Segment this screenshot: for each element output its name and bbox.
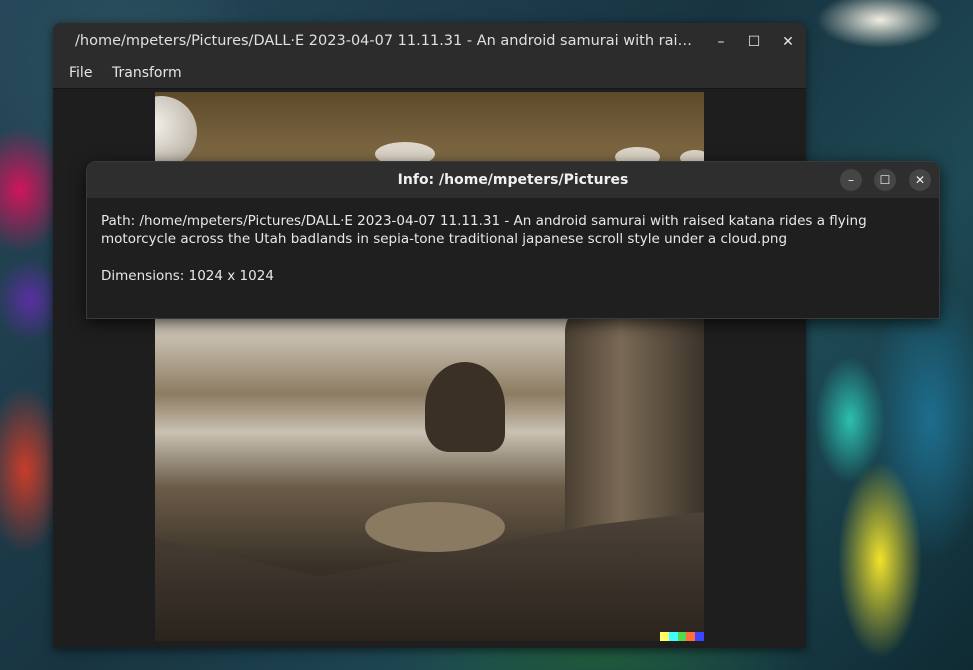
info-dialog: Info: /home/mpeters/Pictures – ☐ ✕ Path:…	[86, 161, 940, 319]
color-swatch	[660, 632, 669, 641]
dialog-minimize-button[interactable]: –	[840, 169, 862, 191]
dialog-close-button[interactable]: ✕	[909, 169, 931, 191]
info-dialog-title: Info: /home/mpeters/Pictures	[397, 172, 629, 188]
minimize-button[interactable]: –	[710, 31, 732, 53]
close-button[interactable]: ✕	[777, 31, 799, 53]
info-titlebar[interactable]: Info: /home/mpeters/Pictures – ☐ ✕	[87, 162, 939, 198]
color-swatch	[668, 632, 678, 641]
color-swatch	[686, 632, 696, 641]
info-path-text: Path: /home/mpeters/Pictures/DALL·E 2023…	[101, 213, 867, 247]
rock-formation	[425, 362, 505, 452]
menubar: File Transform	[53, 60, 806, 89]
menu-file[interactable]: File	[69, 60, 92, 88]
menu-transform[interactable]: Transform	[112, 60, 182, 88]
rock-boulder	[365, 502, 505, 552]
info-dimensions-text: Dimensions: 1024 x 1024	[101, 268, 274, 284]
image-viewer-window: /home/mpeters/Pictures/DALL·E 2023-04-07…	[53, 23, 806, 648]
main-titlebar[interactable]: /home/mpeters/Pictures/DALL·E 2023-04-07…	[53, 23, 806, 60]
maximize-button[interactable]: ☐	[743, 31, 765, 53]
color-swatch	[695, 632, 704, 641]
color-swatch	[677, 632, 687, 641]
info-body: Path: /home/mpeters/Pictures/DALL·E 2023…	[101, 212, 929, 285]
dialog-maximize-button[interactable]: ☐	[874, 169, 896, 191]
color-strip	[660, 632, 704, 641]
moon-shape	[155, 96, 197, 168]
window-title: /home/mpeters/Pictures/DALL·E 2023-04-07…	[75, 33, 695, 49]
